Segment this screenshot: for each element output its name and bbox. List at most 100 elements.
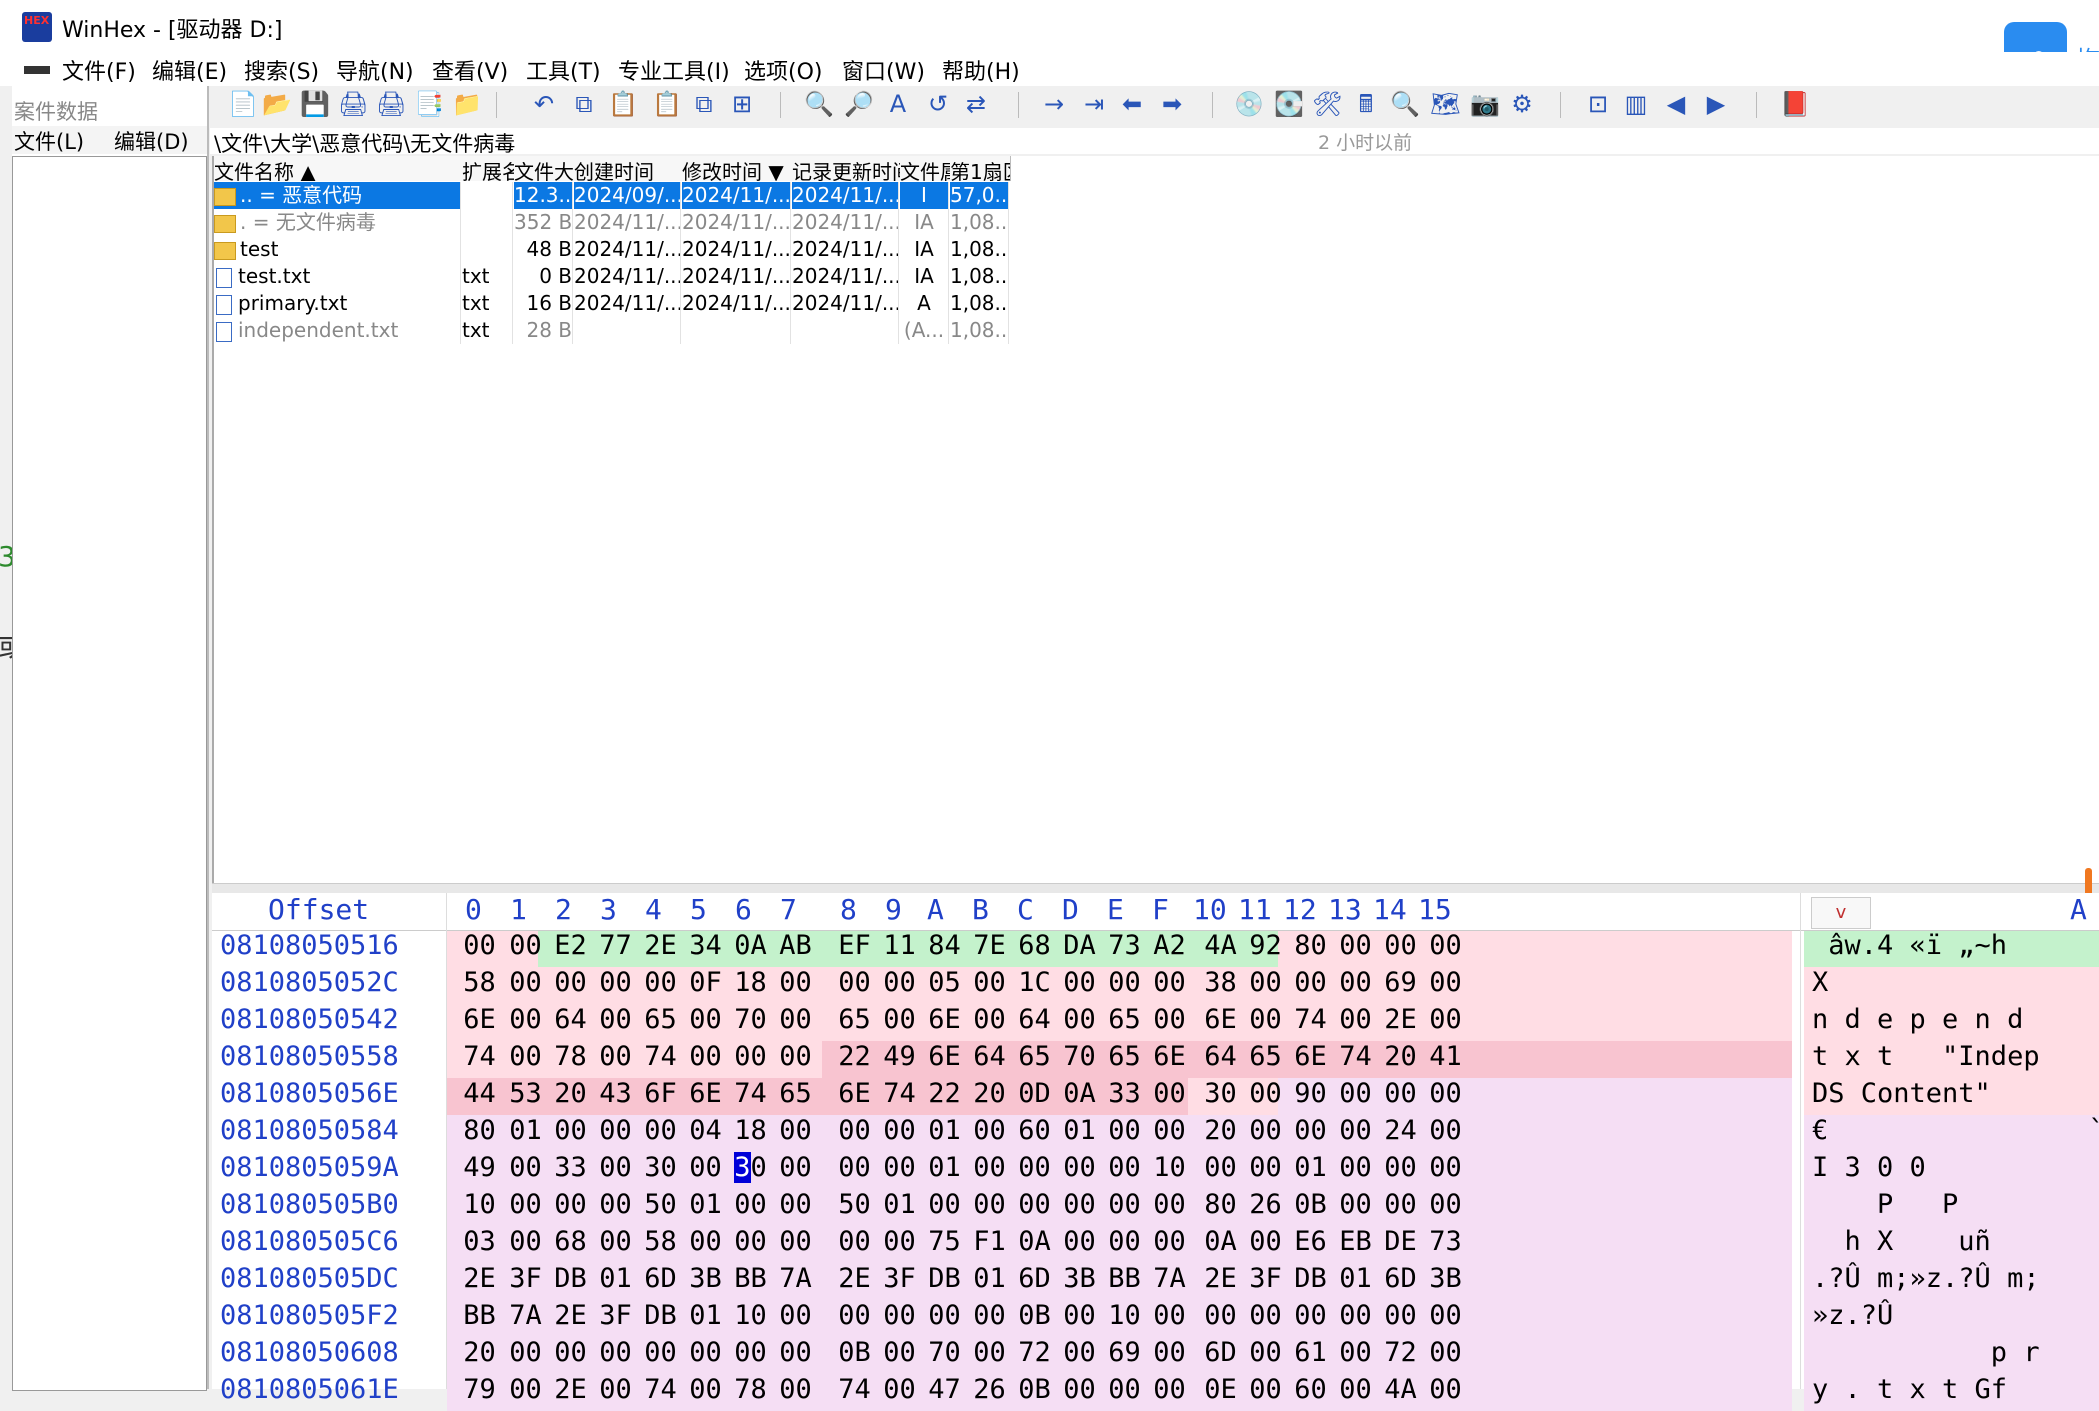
hex-text[interactable]: p r: [1812, 1337, 2040, 1368]
hex-offset[interactable]: 08108050516: [220, 930, 399, 961]
snapshot-icon[interactable]: 📷: [1470, 90, 1500, 118]
hex-byte[interactable]: 00: [1418, 1337, 1473, 1368]
hex-offset[interactable]: 081080505DC: [220, 1263, 399, 1294]
hex-text[interactable]: X: [1812, 967, 1828, 998]
hex-byte[interactable]: 41: [1418, 1041, 1473, 1072]
next-sector-icon[interactable]: ▶: [1702, 90, 1730, 118]
hex-text[interactable]: âw.4 «ï „~h: [1812, 930, 2007, 961]
hex-offset[interactable]: 081080505F2: [220, 1300, 399, 1331]
hex-text[interactable]: € `: [1812, 1115, 2099, 1146]
hex-byte[interactable]: 00: [1418, 1374, 1473, 1405]
hex-byte[interactable]: 00: [1142, 1300, 1197, 1331]
hex-byte[interactable]: 00: [1142, 1078, 1197, 1109]
back-icon[interactable]: ⬅: [1118, 90, 1146, 118]
hex-offset[interactable]: 0810805056E: [220, 1078, 399, 1109]
hex-offset[interactable]: 08108050542: [220, 1004, 399, 1035]
menu-item[interactable]: 专业工具(I): [618, 54, 730, 86]
hex-byte[interactable]: 00: [1418, 967, 1473, 998]
hex-byte[interactable]: 00: [1418, 930, 1473, 961]
case-menu-file[interactable]: 文件(L): [14, 126, 84, 156]
select-block-icon[interactable]: ⊡: [1584, 90, 1612, 118]
printer-icon[interactable]: 🖨: [376, 90, 406, 118]
hex-text[interactable]: y . t x t Gf: [1812, 1374, 2007, 1405]
directory-path[interactable]: \文件\大学\恶意代码\无文件病毒: [214, 128, 515, 158]
menu-item[interactable]: 搜索(S): [244, 54, 319, 86]
properties-icon[interactable]: 📑: [414, 90, 444, 118]
hex-byte[interactable]: 00: [768, 1189, 823, 1220]
hex-byte[interactable]: 00: [1142, 1337, 1197, 1368]
hex-text[interactable]: h X uñ: [1812, 1226, 1991, 1257]
hex-byte[interactable]: 00: [1418, 1152, 1473, 1183]
hex-text[interactable]: n d e p e n d: [1812, 1004, 2023, 1035]
undo-icon[interactable]: ↶: [530, 90, 558, 118]
file-column-header[interactable]: 创建时间: [574, 156, 683, 181]
clone-disk-icon[interactable]: 💽: [1274, 90, 1304, 118]
hex-byte[interactable]: 10: [1142, 1152, 1197, 1183]
menu-item[interactable]: 编辑(E): [152, 54, 227, 86]
print-icon[interactable]: 🖨: [338, 90, 368, 118]
open-disk-icon[interactable]: 💿: [1234, 90, 1264, 118]
hex-offset[interactable]: 0810805052C: [220, 967, 399, 998]
replace-icon[interactable]: ↺: [924, 90, 952, 118]
up-folder-icon[interactable]: 📁: [452, 90, 482, 118]
menu-item[interactable]: 工具(T): [526, 54, 601, 86]
hex-byte[interactable]: 00: [1418, 1004, 1473, 1035]
paste-special-icon[interactable]: ⧉: [690, 90, 718, 118]
columns-icon[interactable]: ▥: [1622, 90, 1650, 118]
text-charset-dropdown[interactable]: v: [1811, 897, 1871, 929]
save-icon[interactable]: 💾: [300, 90, 330, 118]
prev-sector-icon[interactable]: ◀: [1662, 90, 1690, 118]
hex-byte[interactable]: 00: [1142, 1189, 1197, 1220]
hex-text[interactable]: P P: [1812, 1189, 1958, 1220]
file-column-header[interactable]: 扩展名: [462, 156, 515, 181]
hex-byte[interactable]: 00: [1418, 1189, 1473, 1220]
hex-byte[interactable]: 00: [768, 1041, 823, 1072]
hex-byte[interactable]: 00: [768, 1374, 823, 1405]
goto-end-icon[interactable]: ⇥: [1080, 90, 1108, 118]
hex-text[interactable]: »z.?Û: [1812, 1300, 1893, 1331]
hex-byte[interactable]: 00: [1418, 1115, 1473, 1146]
new-file-icon[interactable]: 📄: [228, 90, 258, 118]
hex-byte[interactable]: 7A: [768, 1263, 823, 1294]
menu-item[interactable]: 查看(V): [432, 54, 508, 86]
hex-byte[interactable]: 00: [1142, 1226, 1197, 1257]
forward-icon[interactable]: ➡: [1158, 90, 1186, 118]
find-hex-icon[interactable]: 🔎: [844, 90, 874, 118]
settings-icon[interactable]: ⚙: [1508, 90, 1536, 118]
hex-byte[interactable]: 00: [1142, 967, 1197, 998]
hex-byte[interactable]: 6E: [1142, 1041, 1197, 1072]
menu-item[interactable]: 帮助(H): [942, 54, 1020, 86]
copy-icon[interactable]: ⧉: [570, 90, 598, 118]
hex-byte[interactable]: A2: [1142, 930, 1197, 961]
hex-byte[interactable]: 00: [1418, 1078, 1473, 1109]
hex-byte[interactable]: 00: [768, 1226, 823, 1257]
hex-byte[interactable]: 00: [1142, 1004, 1197, 1035]
open-folder-icon[interactable]: 📂: [262, 90, 292, 118]
hex-byte[interactable]: 00: [1142, 1115, 1197, 1146]
calculator-icon[interactable]: 🖩: [1352, 90, 1380, 118]
hex-byte[interactable]: AB: [768, 930, 823, 961]
help-book-icon[interactable]: 📕: [1780, 90, 1810, 118]
file-column-header[interactable]: 文件名称 ▲: [214, 156, 463, 181]
find-text-icon[interactable]: A: [884, 90, 912, 118]
find-icon[interactable]: 🔍: [804, 90, 834, 118]
hex-text[interactable]: t x t "Indep: [1812, 1041, 2040, 1072]
hex-byte[interactable]: 00: [768, 967, 823, 998]
file-column-header[interactable]: 记录更新时间: [792, 156, 901, 181]
hex-byte[interactable]: 00: [768, 1152, 823, 1183]
magnify-icon[interactable]: 🔍: [1390, 90, 1420, 118]
hex-byte[interactable]: 7A: [1142, 1263, 1197, 1294]
file-column-header[interactable]: 第1扇区: [950, 156, 1011, 181]
hex-offset[interactable]: 0810805059A: [220, 1152, 399, 1183]
file-column-header[interactable]: 文件大小: [514, 156, 575, 181]
replace-hex-icon[interactable]: ⇄: [962, 90, 990, 118]
hex-byte[interactable]: 00: [1142, 1374, 1197, 1405]
hex-byte[interactable]: 00: [768, 1300, 823, 1331]
paste-icon[interactable]: 📋: [608, 90, 638, 118]
hex-text[interactable]: .?Û m;»z.?Û m;: [1812, 1263, 2040, 1294]
file-column-header[interactable]: 修改时间 ▼: [682, 156, 793, 181]
binary-icon[interactable]: ⊞: [728, 90, 756, 118]
hex-byte[interactable]: 65: [768, 1078, 823, 1109]
hex-byte[interactable]: 3B: [1418, 1263, 1473, 1294]
menu-item[interactable]: 选项(O): [744, 54, 822, 86]
